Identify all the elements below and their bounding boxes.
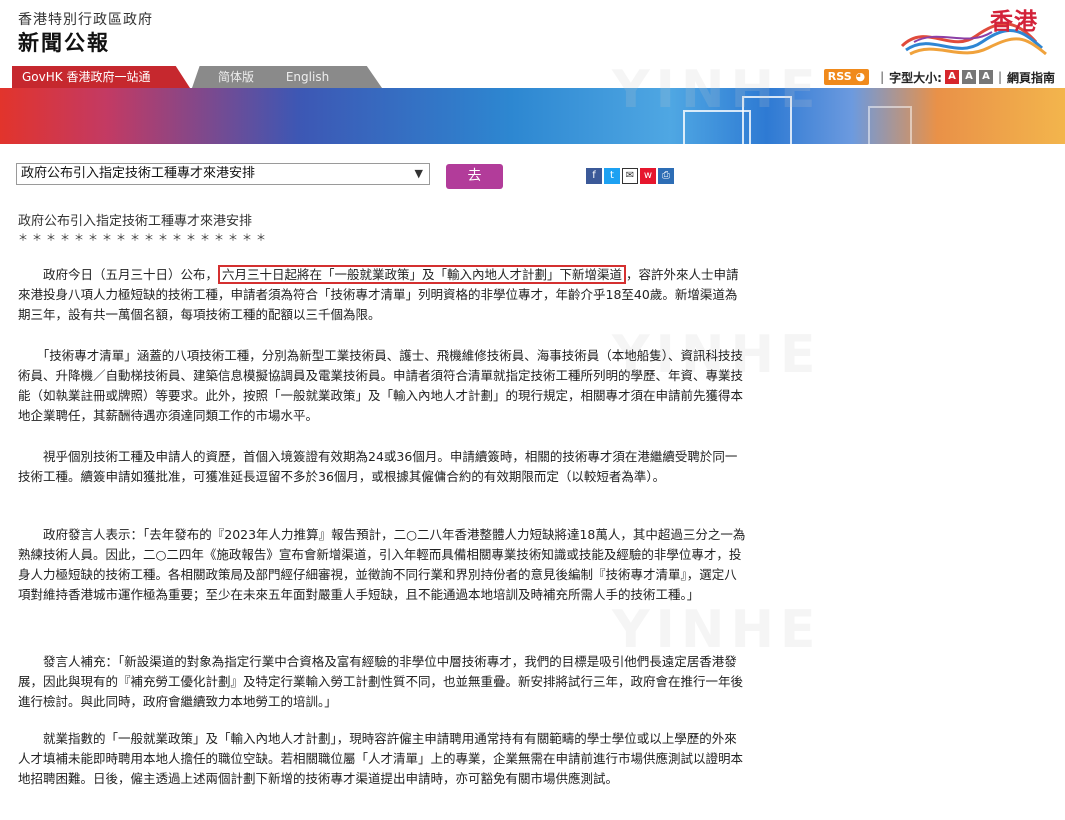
- facebook-icon[interactable]: f: [586, 168, 602, 184]
- brand-logo-text: 香港: [990, 9, 1038, 35]
- article-paragraph: 視乎個別技術工種及申請人的資歷，首個入境簽證有效期為24或36個月。申請續簽時，…: [18, 449, 738, 484]
- decorative-banner: [0, 88, 1065, 150]
- article-paragraph: 政府發言人表示：「去年發布的『2023年人力推算』報告預計，二○二八年香港整體人…: [18, 527, 746, 602]
- article-title: 政府公布引入指定技術工種專才來港安排: [18, 214, 253, 229]
- article-select-dropdown[interactable]: 政府公布引入指定技術工種專才來港安排 ▼: [16, 163, 430, 185]
- font-size-label: 字型大小:: [889, 70, 942, 85]
- language-tabs: 简体版 English: [192, 66, 382, 88]
- go-button[interactable]: 去: [446, 164, 503, 189]
- rss-link[interactable]: RSS ◕: [823, 69, 870, 85]
- article-paragraph: 政府今日（五月三十日）公布， 六月三十日起將在「一般就業政策」及「輸入內地人才計劃…: [18, 265, 746, 325]
- title-divider: ＊＊＊＊＊＊＊＊＊＊＊＊＊＊＊＊＊＊: [18, 233, 270, 244]
- weibo-icon[interactable]: w: [640, 168, 656, 184]
- chevron-down-icon: ▼: [414, 167, 423, 180]
- govhk-link[interactable]: GovHK 香港政府一站通: [12, 66, 190, 88]
- watermark: YINHE: [612, 600, 822, 660]
- government-name: 香港特別行政區政府: [18, 12, 153, 28]
- divider: |: [880, 70, 885, 84]
- font-size-small-button[interactable]: A: [944, 70, 959, 84]
- brand-hong-kong-logo[interactable]: 香港: [896, 2, 1056, 62]
- paragraph-text: 政府今日（五月三十日）公布，: [18, 267, 219, 282]
- banner-square-decoration: [868, 106, 912, 150]
- rss-icon: ◕: [855, 70, 866, 83]
- rss-label: RSS: [827, 70, 852, 83]
- page-title[interactable]: 新聞公報: [18, 27, 110, 57]
- font-size-medium-button[interactable]: A: [961, 70, 976, 84]
- highlighted-text: 六月三十日起將在「一般就業政策」及「輸入內地人才計劃」下新增渠道: [218, 265, 627, 284]
- english-link[interactable]: English: [286, 70, 329, 84]
- email-icon[interactable]: ✉: [622, 168, 638, 184]
- font-size-large-button[interactable]: A: [978, 70, 993, 84]
- site-guide-link[interactable]: 網頁指南: [1007, 69, 1055, 86]
- simplified-chinese-link[interactable]: 简体版: [218, 70, 254, 84]
- article-paragraph: 發言人補充：「新設渠道的對象為指定行業中合資格及富有經驗的非學位中層技術專才，我…: [18, 654, 744, 709]
- top-navigation: GovHK 香港政府一站通 简体版 English RSS ◕ | 字型大小: …: [0, 66, 1065, 89]
- divider: |: [997, 70, 1002, 84]
- twitter-icon[interactable]: t: [604, 168, 620, 184]
- utility-links: RSS ◕ | 字型大小: A A A | 網頁指南: [823, 67, 1055, 87]
- article-paragraph: 就業指數的「一般就業政策」及「輸入內地人才計劃」，現時容許僱主申請聘用通常持有有…: [18, 731, 744, 786]
- watermark: YINHE: [612, 60, 822, 120]
- site-header: 香港特別行政區政府 新聞公報 香港: [0, 0, 1065, 66]
- print-icon[interactable]: ⎙: [658, 168, 674, 184]
- share-toolbar: f t ✉ w ⎙: [586, 168, 674, 184]
- selected-article: 政府公布引入指定技術工種專才來港安排: [21, 166, 256, 181]
- article-paragraph: 「技術專才清單」涵蓋的八項技術工種，分別為新型工業技術員、護士、飛機維修技術員、…: [18, 348, 744, 423]
